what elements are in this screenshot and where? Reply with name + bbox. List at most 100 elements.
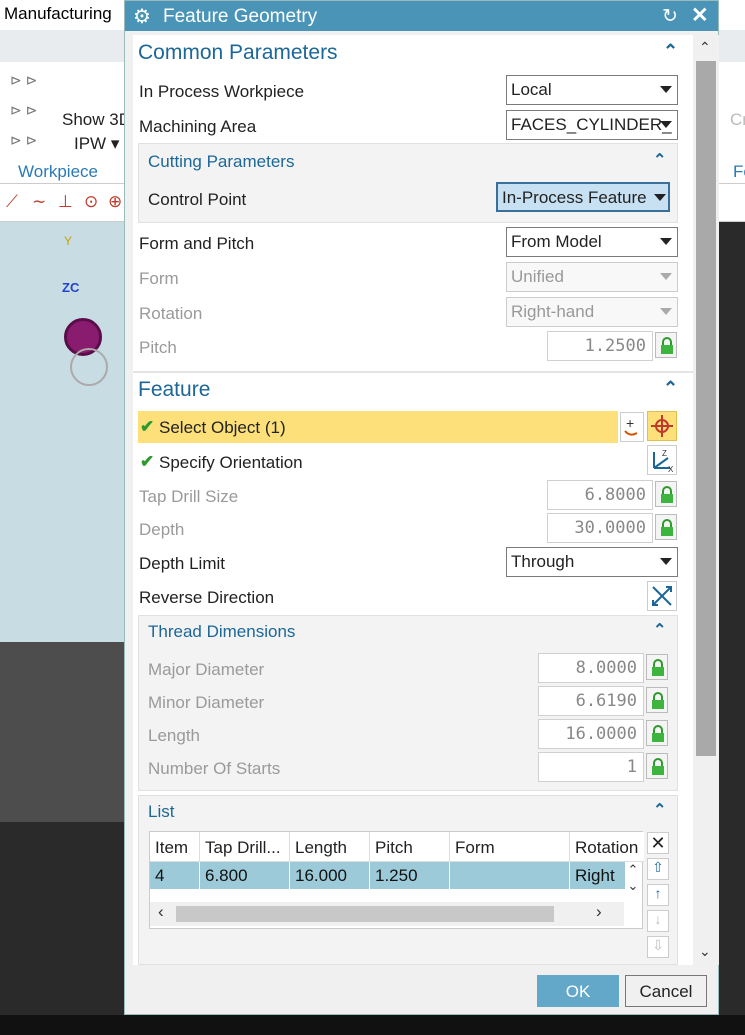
dialog-title: Feature Geometry [163,6,318,27]
lock-icon[interactable] [655,332,677,358]
chevron-down-icon[interactable]: ⌄ [699,943,711,960]
toolbar-right-fragment: Cr [730,110,745,129]
chevron-right-icon[interactable]: › [596,902,602,922]
quadrant-icon[interactable]: ⊕ [108,192,122,212]
part-side-face [0,642,130,822]
reverse-direction-icon[interactable] [647,581,677,611]
chevron-up-icon[interactable]: ⌃ [653,800,666,820]
form-and-pitch-dropdown[interactable]: From Model [506,227,678,257]
dialog-scrollbar[interactable]: ⌃ ⌄ [693,35,719,965]
lock-icon[interactable] [655,481,677,507]
major-diameter-field: 8.0000 [538,653,644,683]
depth-limit-dropdown[interactable]: Through [506,547,678,577]
table-vertical-scrollbar[interactable]: ⌃ ⌄ [624,862,642,902]
column-header-tap-drill[interactable]: Tap Drill... [200,832,290,862]
dialog-titlebar[interactable]: ⚙ Feature Geometry ↻ ✕ [125,1,718,31]
cutting-parameters-panel: Cutting Parameters ⌃ Control Point In-Pr… [138,143,678,223]
workpiece-tab[interactable]: Workpiece [18,162,98,182]
curve-icon[interactable]: ∼ [32,192,46,212]
svg-text:Z: Z [662,449,667,458]
close-icon[interactable]: ✕ [691,3,709,28]
in-process-workpiece-label: In Process Workpiece [139,82,305,101]
column-header-form[interactable]: Form [450,832,570,862]
column-header-length[interactable]: Length [290,832,370,862]
table-horizontal-scrollbar[interactable]: ‹ › [150,902,624,926]
form-and-pitch-value: From Model [511,232,602,251]
feature-geometry-dialog: ⚙ Feature Geometry ↻ ✕ Common Parameters… [124,0,719,1015]
in-process-workpiece-dropdown[interactable]: Local [506,75,678,105]
dropdown-arrow-icon [660,121,672,128]
ok-button[interactable]: OK [537,975,619,1007]
machining-area-value: FACES_CYLINDER_ [511,115,672,134]
cancel-button[interactable]: Cancel [625,975,707,1007]
dropdown-arrow-icon [660,238,672,245]
tap-drill-size-label: Tap Drill Size [139,487,239,506]
cell-length: 16.000 [290,862,370,889]
minor-diameter-label: Minor Diameter [148,693,265,712]
app-title: Manufacturing [4,4,112,23]
scrollbar-thumb[interactable] [176,906,554,922]
delete-icon[interactable]: ✕ [647,832,669,854]
toolbar-icons-row-1[interactable]: ⊳ ⊳ [10,72,37,89]
specify-orientation-label: Specify Orientation [159,453,303,472]
center-point-icon[interactable]: ⊙ [84,192,98,212]
machining-area-dropdown[interactable]: FACES_CYLINDER_ [506,110,678,140]
reset-icon[interactable]: ↻ [662,5,678,28]
chevron-up-icon[interactable]: ⌃ [663,378,678,399]
move-up-icon[interactable]: ↑ [647,884,669,906]
chevron-up-icon[interactable]: ⌃ [699,39,711,56]
check-icon: ✔ [140,452,155,471]
line-icon[interactable]: ⟋ [6,192,18,212]
list-table: Item Tap Drill... Length Pitch Form Rota… [149,831,644,929]
part-face: Y ZC [0,222,130,642]
thread-dimensions-title: Thread Dimensions [148,622,296,641]
lock-icon[interactable] [646,654,668,680]
machining-area-label: Machining Area [139,117,257,136]
chevron-up-icon[interactable]: ⌃ [653,150,666,170]
scrollbar-thumb[interactable] [696,61,716,756]
status-strip [0,1015,745,1035]
rotation-value: Right-hand [511,302,595,321]
axis-zc-label: ZC [62,280,80,295]
common-parameters-title: Common Parameters [138,41,338,64]
lock-icon[interactable] [646,753,668,779]
table-row[interactable]: 4 6.800 16.000 1.250 Right [150,862,625,889]
toolbar-icons-row-3[interactable]: ⊳ ⊳ [10,132,37,149]
chevron-left-icon[interactable]: ‹ [158,902,164,922]
minor-diameter-field: 6.6190 [538,686,644,716]
section-divider [133,371,693,373]
number-of-starts-label: Number Of Starts [148,759,281,778]
crosshair-icon[interactable] [647,411,677,441]
depth-label: Depth [139,520,185,539]
feature-title: Feature [138,378,211,401]
intersection-icon[interactable]: ⊥ [58,192,73,212]
ipw-dropdown[interactable]: IPW ▾ [74,134,119,154]
select-object-row[interactable]: ✔ Select Object (1) [138,411,618,443]
lock-icon[interactable] [646,720,668,746]
cutting-parameters-title: Cutting Parameters [148,152,295,171]
csys-orientation-icon[interactable]: ZX [647,445,677,475]
toolbar-right-tab-fragment[interactable]: Fe [733,162,745,182]
chevron-up-icon[interactable]: ⌃ [653,620,666,640]
control-point-dropdown[interactable]: In-Process Feature [496,182,670,212]
dropdown-arrow-icon [660,273,672,280]
show-3d-button[interactable]: Show 3D [62,110,131,130]
dropdown-arrow-icon [660,558,672,565]
length-field: 16.0000 [538,719,644,749]
chevron-up-icon[interactable]: ⌃ [663,41,678,62]
column-header-pitch[interactable]: Pitch [370,832,450,862]
check-icon: ✔ [140,417,155,436]
column-header-rotation[interactable]: Rotation [570,832,644,862]
lock-icon[interactable] [646,687,668,713]
add-select-icon[interactable]: + [620,412,644,442]
svg-text:X: X [668,465,674,474]
move-down-icon: ↓ [647,910,669,932]
column-header-item[interactable]: Item [150,832,200,862]
move-to-bottom-icon: ⇩ [647,936,669,958]
lock-icon[interactable] [655,514,677,540]
move-to-top-icon[interactable]: ⇧ [647,858,669,880]
toolbar-icons-row-2[interactable]: ⊳ ⊳ [10,102,37,119]
dialog-content: Common Parameters ⌃ In Process Workpiece… [133,35,693,965]
cell-pitch: 1.250 [370,862,450,889]
rotation-label: Rotation [139,304,203,323]
